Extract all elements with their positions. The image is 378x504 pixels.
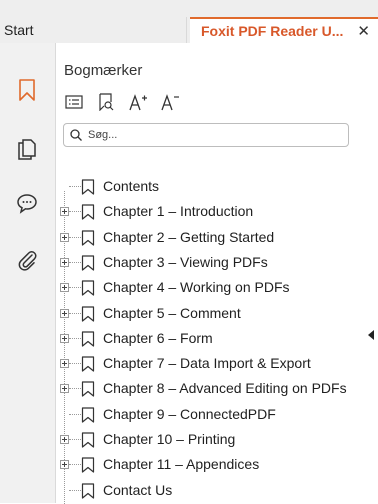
bookmark-icon (81, 432, 95, 448)
bookmark-row[interactable]: Contact Us (56, 479, 378, 504)
bookmark-row[interactable]: Chapter 4 – Working on PDFs (56, 276, 378, 301)
expand-icon[interactable] (60, 232, 69, 242)
bookmark-label: Contents (103, 178, 160, 194)
bookmarks-panel-button[interactable] (8, 71, 46, 109)
tree-connector (69, 439, 81, 440)
add-bookmark-icon (99, 93, 114, 111)
bookmark-icon (81, 305, 95, 322)
bookmark-label: Chapter 8 – Advanced Editing on PDFs (103, 380, 347, 397)
add-bookmark-button[interactable] (96, 92, 116, 112)
bookmark-label: Chapter 3 – Viewing PDFs (103, 253, 268, 270)
tab-document[interactable]: Foxit PDF Reader U... ✕ (190, 17, 378, 43)
search-icon (70, 129, 82, 141)
bookmark-row[interactable]: Chapter 10 – Printing (56, 428, 378, 453)
expand-icon[interactable] (60, 207, 69, 217)
bookmark-row[interactable]: Chapter 1 – Introduction (56, 200, 378, 225)
bookmark-icon (81, 381, 95, 397)
bookmark-row[interactable]: Chapter 2 – Getting Started (56, 226, 378, 251)
bookmark-icon (19, 79, 35, 101)
bookmark-label: Chapter 7 – Data Import & Export (103, 355, 311, 372)
bookmark-options-button[interactable] (64, 92, 84, 112)
options-icon (65, 95, 83, 109)
tree-connector (69, 211, 81, 213)
tab-bar: Start Foxit PDF Reader U... ✕ (0, 0, 378, 43)
tree-connector (69, 312, 81, 314)
pages-icon (18, 139, 36, 160)
bookmark-label: Contact Us (103, 481, 173, 498)
bookmark-label: Chapter 11 – Appendices (103, 456, 260, 473)
attachment-icon (18, 251, 37, 271)
bookmark-row[interactable]: Chapter 7 – Data Import & Export (56, 352, 378, 377)
bookmark-row[interactable]: Chapter 8 – Advanced Editing on PDFs (56, 377, 378, 402)
bookmark-icon (81, 229, 95, 246)
bookmark-search-box[interactable] (63, 123, 349, 147)
close-tab-icon[interactable]: ✕ (357, 22, 370, 40)
bookmark-row[interactable]: Chapter 11 – Appendices (56, 453, 378, 478)
increase-font-button[interactable] (128, 92, 148, 112)
bookmark-row[interactable]: Contents (56, 175, 378, 200)
tree-connector (69, 236, 81, 238)
bookmark-row[interactable]: Chapter 3 – Viewing PDFs (56, 251, 378, 276)
tree-connector (69, 363, 81, 365)
bookmark-row[interactable]: Chapter 6 – Form (56, 327, 378, 352)
expand-icon[interactable] (60, 435, 69, 444)
expand-icon[interactable] (60, 333, 69, 343)
attachments-panel-button[interactable] (8, 241, 46, 279)
bookmark-label: Chapter 9 – ConnectedPDF (103, 405, 276, 422)
comment-icon (17, 194, 37, 214)
comments-panel-button[interactable] (8, 184, 46, 222)
pages-panel-button[interactable] (8, 130, 46, 168)
tree-connector (69, 186, 81, 187)
bookmark-icon (81, 457, 95, 473)
expand-icon[interactable] (60, 283, 69, 293)
collapse-panel-arrow-icon[interactable] (368, 330, 374, 340)
bookmark-icon (81, 179, 95, 195)
search-input[interactable] (86, 128, 330, 142)
bookmark-label: Chapter 4 – Working on PDFs (103, 279, 290, 296)
tree-connector (69, 337, 81, 339)
bookmark-label: Chapter 6 – Form (103, 329, 213, 346)
tree-connector (69, 388, 81, 390)
bookmark-icon (81, 255, 95, 271)
expand-icon[interactable] (60, 359, 69, 369)
tab-start[interactable]: Start (0, 17, 187, 43)
bookmarks-toolbar (64, 91, 180, 113)
bookmark-icon (81, 280, 95, 296)
tree-connector (69, 464, 81, 466)
bookmark-label: Chapter 1 – Introduction (103, 203, 254, 220)
bookmarks-panel: Bogmærker Søg... Contents Chapter 1 – In… (56, 43, 378, 504)
bookmark-icon (81, 482, 95, 499)
decrease-font-icon (161, 94, 179, 111)
expand-icon[interactable] (60, 460, 69, 470)
expand-icon[interactable] (60, 384, 69, 394)
tree-connector (69, 261, 81, 263)
bookmark-row[interactable]: Chapter 5 – Comment (56, 302, 378, 327)
tab-document-label: Foxit PDF Reader U... (201, 23, 344, 39)
bookmark-label: Chapter 10 – Printing (103, 431, 236, 447)
tree-connector (69, 489, 81, 491)
panel-title: Bogmærker (64, 62, 143, 79)
bookmark-label: Chapter 5 – Comment (103, 304, 241, 321)
expand-icon[interactable] (60, 308, 69, 318)
decrease-font-button[interactable] (160, 92, 180, 112)
increase-font-icon (129, 94, 147, 111)
bookmark-label: Chapter 2 – Getting Started (103, 228, 275, 245)
tab-start-label: Start (4, 22, 34, 38)
bookmark-icon (81, 204, 95, 220)
tree-connector (69, 413, 81, 415)
bookmark-row[interactable]: Chapter 9 – ConnectedPDF (56, 403, 378, 428)
bookmark-icon (81, 331, 95, 347)
bookmark-icon (81, 356, 95, 372)
tree-connector (69, 287, 81, 289)
bookmark-icon (81, 407, 95, 423)
expand-icon[interactable] (60, 257, 69, 267)
navigation-rail (0, 43, 56, 503)
